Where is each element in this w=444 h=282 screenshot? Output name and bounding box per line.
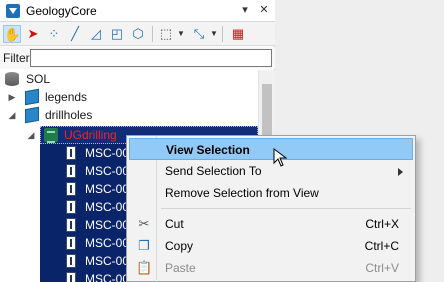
mouse-cursor-icon (273, 148, 288, 167)
toolbar: ✋ ➤ ⁘ ╱ ◿ ◰ ⬡ ⬚ ▼ ⤡ ▼ ▦ (0, 22, 275, 46)
drillhole-icon (66, 200, 76, 214)
menu-item-shortcut: Ctrl+C (364, 239, 399, 253)
filter-input[interactable] (30, 49, 272, 67)
app-logo-icon (6, 4, 20, 18)
cube-icon (25, 106, 39, 124)
chevron-down-icon[interactable]: ▼ (210, 29, 218, 38)
drillhole-icon (66, 182, 76, 196)
filter-label: Filter (3, 51, 30, 65)
grid-icon[interactable]: ▦ (229, 25, 247, 43)
tree-item-label: legends (45, 90, 88, 104)
box-icon[interactable]: ◰ (108, 25, 126, 43)
paste-icon: 📋 (136, 260, 153, 275)
close-icon[interactable]: ✕ (257, 3, 271, 17)
pointer-icon[interactable]: ➤ (24, 25, 42, 43)
drillhole-icon (66, 146, 76, 160)
chevron-down-icon[interactable]: ▼ (177, 29, 185, 38)
cube-select-icon[interactable]: ⬡ (129, 25, 147, 43)
menu-item-label: Paste (165, 261, 196, 275)
transform-icon[interactable]: ⤡ (190, 25, 208, 43)
menu-item-shortcut: Ctrl+X (365, 217, 399, 231)
database-icon (5, 72, 19, 86)
points-icon[interactable]: ⁘ (45, 25, 63, 43)
copy-icon: ❐ (138, 238, 150, 253)
tree-item-label: MSC-00 (85, 272, 130, 282)
menu-item-copy[interactable]: ❐ Copy Ctrl+C (129, 235, 413, 257)
polygon-icon[interactable]: ◿ (87, 25, 105, 43)
pin-icon[interactable]: ▾ (238, 3, 252, 17)
tree-item-label: MSC-00 (85, 164, 130, 178)
menu-item-view-selection[interactable]: View Selection (129, 138, 413, 160)
drillhole-icon (66, 218, 76, 232)
hand-icon[interactable]: ✋ (3, 25, 21, 43)
chevron-down-icon[interactable]: ◢ (26, 126, 36, 144)
menu-item-label: View Selection (166, 143, 250, 157)
menu-item-label: Send Selection To (165, 164, 262, 178)
filter-bar: Filter (0, 47, 275, 69)
tree-item-root[interactable]: SOL (0, 70, 258, 88)
title-bar: GeologyCore ▾ ✕ (0, 0, 275, 22)
drillhole-icon (66, 164, 76, 178)
cube-icon (25, 88, 39, 106)
menu-item-label: Copy (165, 239, 194, 253)
menu-item-label: Remove Selection from View (165, 186, 319, 200)
scissors-icon: ✂ (138, 216, 150, 231)
chevron-down-icon[interactable]: ◢ (7, 106, 17, 124)
menu-item-label: Cut (165, 217, 184, 231)
tree-item-drillholes[interactable]: ◢ drillholes (0, 106, 258, 124)
tree-item-label: MSC-00 (85, 218, 130, 232)
menu-item-remove-selection[interactable]: Remove Selection from View (129, 182, 413, 204)
menu-separator (161, 208, 411, 209)
dashed-box-icon[interactable]: ⬚ (157, 25, 175, 43)
tree-item-label: MSC-00 (85, 236, 130, 250)
tree-item-label: drillholes (45, 108, 93, 122)
tree-item-label: MSC-00 (85, 254, 130, 268)
tree-item-label: SOL (26, 72, 51, 86)
tree-item-legends[interactable]: ▶ legends (0, 88, 258, 106)
tree-item-label: MSC-00 (85, 182, 130, 196)
tree-item-label: UGdrilling (64, 128, 117, 142)
drillhole-icon (66, 272, 76, 282)
chevron-right-icon[interactable]: ▶ (7, 88, 17, 106)
context-menu: View Selection Send Selection To Remove … (126, 135, 416, 282)
menu-item-paste[interactable]: 📋 Paste Ctrl+V (129, 257, 413, 279)
drillhole-set-icon (44, 128, 58, 143)
toolbar-separator (222, 26, 223, 42)
drillhole-icon (66, 236, 76, 250)
tree-item-label: MSC-00 (85, 200, 130, 214)
toolbar-separator (152, 26, 153, 42)
menu-item-send-selection-to[interactable]: Send Selection To (129, 160, 413, 182)
window-title: GeologyCore (26, 4, 97, 18)
line-icon[interactable]: ╱ (66, 25, 84, 43)
submenu-arrow-icon (398, 168, 403, 176)
menu-item-cut[interactable]: ✂ Cut Ctrl+X (129, 213, 413, 235)
menu-item-shortcut: Ctrl+V (365, 261, 399, 275)
drillhole-icon (66, 254, 76, 268)
tree-item-label: MSC-00 (85, 146, 130, 160)
